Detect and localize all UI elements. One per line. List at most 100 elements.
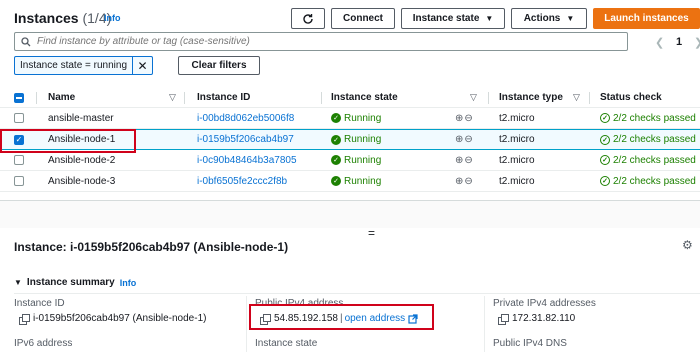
check-circle-icon: ✓ — [331, 134, 341, 145]
instance-state-label: Instance state — [412, 13, 480, 24]
checkbox-icon — [14, 113, 24, 123]
instance-state-label: Instance state — [255, 338, 318, 349]
column-header-name[interactable]: Name — [48, 88, 75, 107]
instance-state-button[interactable]: Instance state ▼ — [401, 8, 505, 29]
public-dns-label: Public IPv4 DNS — [493, 338, 567, 349]
gear-icon[interactable]: ⚙ — [682, 238, 693, 252]
zoom-controls[interactable]: ⊕ ⊖ — [455, 150, 473, 170]
column-header-instance-state[interactable]: Instance state — [331, 88, 398, 107]
column-separator[interactable] — [321, 92, 322, 104]
row-checkbox[interactable] — [14, 108, 24, 128]
highlight-box-selected-row — [0, 129, 136, 153]
zoom-in-icon[interactable]: ⊕ — [455, 134, 463, 145]
row-checkbox[interactable] — [14, 150, 24, 170]
column-header-instance-type[interactable]: Instance type — [499, 88, 563, 107]
column-header-status-check[interactable]: Status check — [600, 88, 662, 107]
check-circle-outline-icon: ✓ — [600, 155, 610, 165]
private-ipv4-label: Private IPv4 addresses — [493, 298, 596, 309]
instance-type: t2.micro — [499, 134, 535, 145]
sort-icon[interactable]: ▽ — [470, 92, 477, 103]
drag-handle-icon[interactable]: = — [368, 226, 375, 240]
instance-type: t2.micro — [499, 154, 535, 166]
instance-id-link[interactable]: i-00bd8d062eb5006f8 — [197, 108, 294, 128]
zoom-in-icon[interactable]: ⊕ — [455, 176, 463, 187]
instance-state: ✓ Running — [331, 130, 381, 149]
private-ipv4-text: 172.31.82.110 — [512, 313, 576, 324]
detail-title: Instance: i-0159b5f206cab4b97 (Ansible-n… — [14, 240, 289, 254]
zoom-controls[interactable]: ⊕ ⊖ — [455, 130, 473, 149]
zoom-out-icon[interactable]: ⊖ — [464, 134, 472, 145]
split-panel-divider — [0, 200, 700, 228]
zoom-in-icon[interactable]: ⊕ — [455, 113, 463, 124]
search-bar[interactable] — [14, 32, 628, 51]
checkbox-indeterminate-icon — [14, 92, 24, 103]
filter-token: Instance state = running ✕ — [14, 56, 154, 75]
instance-id-label: Instance ID — [14, 298, 65, 309]
actions-label: Actions — [523, 13, 561, 24]
instance-state: ✓ Running — [331, 150, 381, 170]
chevron-left-icon[interactable]: ❮ — [655, 36, 664, 49]
column-divider — [484, 296, 485, 352]
checkbox-icon — [14, 155, 24, 165]
column-separator[interactable] — [184, 92, 185, 104]
sort-icon[interactable]: ▽ — [573, 92, 580, 103]
instance-id-link[interactable]: i-0c90b48464b3a7805 — [197, 150, 297, 170]
table-row[interactable]: ansible-master i-00bd8d062eb5006f8 ✓ Runn… — [0, 108, 700, 129]
zoom-out-icon[interactable]: ⊖ — [464, 155, 472, 166]
instance-state: ✓ Running — [331, 108, 381, 128]
caret-down-icon: ▼ — [485, 14, 494, 23]
check-circle-icon: ✓ — [331, 155, 341, 165]
actions-button[interactable]: Actions ▼ — [511, 8, 587, 29]
column-separator[interactable] — [488, 92, 489, 104]
column-separator[interactable] — [589, 92, 590, 104]
zoom-controls[interactable]: ⊕ ⊖ — [455, 108, 473, 128]
column-header-instance-id[interactable]: Instance ID — [197, 88, 250, 107]
check-circle-outline-icon: ✓ — [600, 113, 610, 123]
zoom-in-icon[interactable]: ⊕ — [455, 155, 463, 166]
summary-label: Instance summary — [26, 277, 115, 288]
search-input[interactable] — [37, 36, 597, 47]
table-row[interactable]: Ansible-node-2 i-0c90b48464b3a7805 ✓ Runn… — [0, 150, 700, 171]
sort-icon[interactable]: ▽ — [169, 92, 176, 103]
checkbox-icon — [14, 176, 24, 186]
instance-name: Ansible-node-2 — [48, 154, 116, 166]
page-number[interactable]: 1 — [676, 36, 682, 48]
search-icon — [21, 36, 31, 46]
clear-filters-button[interactable]: Clear filters — [178, 56, 260, 75]
copy-icon[interactable] — [498, 314, 509, 325]
select-all-checkbox[interactable] — [14, 88, 24, 107]
check-circle-icon: ✓ — [331, 113, 341, 123]
instances-panel: Instances (1/4) Info Connect Instance st… — [0, 0, 700, 192]
zoom-out-icon[interactable]: ⊖ — [464, 113, 472, 124]
column-separator[interactable] — [36, 92, 37, 104]
instance-id-text: i-0159b5f206cab4b97 (Ansible-node-1) — [33, 313, 207, 324]
caret-down-icon: ▼ — [566, 14, 575, 23]
chevron-right-icon[interactable]: ❯ — [694, 36, 700, 49]
row-checkbox[interactable] — [14, 171, 24, 191]
instance-state: ✓ Running — [331, 171, 381, 191]
status-check: ✓ 2/2 checks passed — [600, 108, 696, 128]
state-label: Running — [344, 134, 382, 145]
status-check: ✓ 2/2 checks passed — [600, 150, 696, 170]
instance-id-link[interactable]: i-0bf6505fe2ccc2f8b — [197, 171, 287, 191]
connect-button[interactable]: Connect — [331, 8, 395, 29]
instance-summary-header[interactable]: ▼ Instance summary Info — [14, 277, 136, 288]
instance-id-value: i-0159b5f206cab4b97 (Ansible-node-1) — [19, 313, 207, 325]
info-link[interactable]: Info — [120, 278, 137, 288]
check-circle-outline-icon: ✓ — [600, 176, 610, 186]
ipv6-label: IPv6 address — [14, 338, 73, 349]
column-divider — [246, 296, 247, 352]
info-link[interactable]: Info — [104, 13, 121, 23]
copy-icon[interactable] — [19, 314, 30, 325]
launch-instances-button[interactable]: Launch instances — [593, 8, 700, 29]
filter-token-label[interactable]: Instance state = running — [15, 57, 134, 74]
instance-id-link[interactable]: i-0159b5f206cab4b97 — [197, 130, 294, 149]
instance-name: Ansible-node-3 — [48, 175, 116, 187]
zoom-controls[interactable]: ⊕ ⊖ — [455, 171, 473, 191]
close-icon[interactable]: ✕ — [133, 59, 152, 73]
check-circle-outline-icon: ✓ — [600, 134, 610, 145]
refresh-button[interactable] — [291, 8, 325, 29]
zoom-out-icon[interactable]: ⊖ — [464, 176, 472, 187]
table-row[interactable]: Ansible-node-3 i-0bf6505fe2ccc2f8b ✓ Runn… — [0, 171, 700, 192]
instance-type: t2.micro — [499, 112, 535, 124]
